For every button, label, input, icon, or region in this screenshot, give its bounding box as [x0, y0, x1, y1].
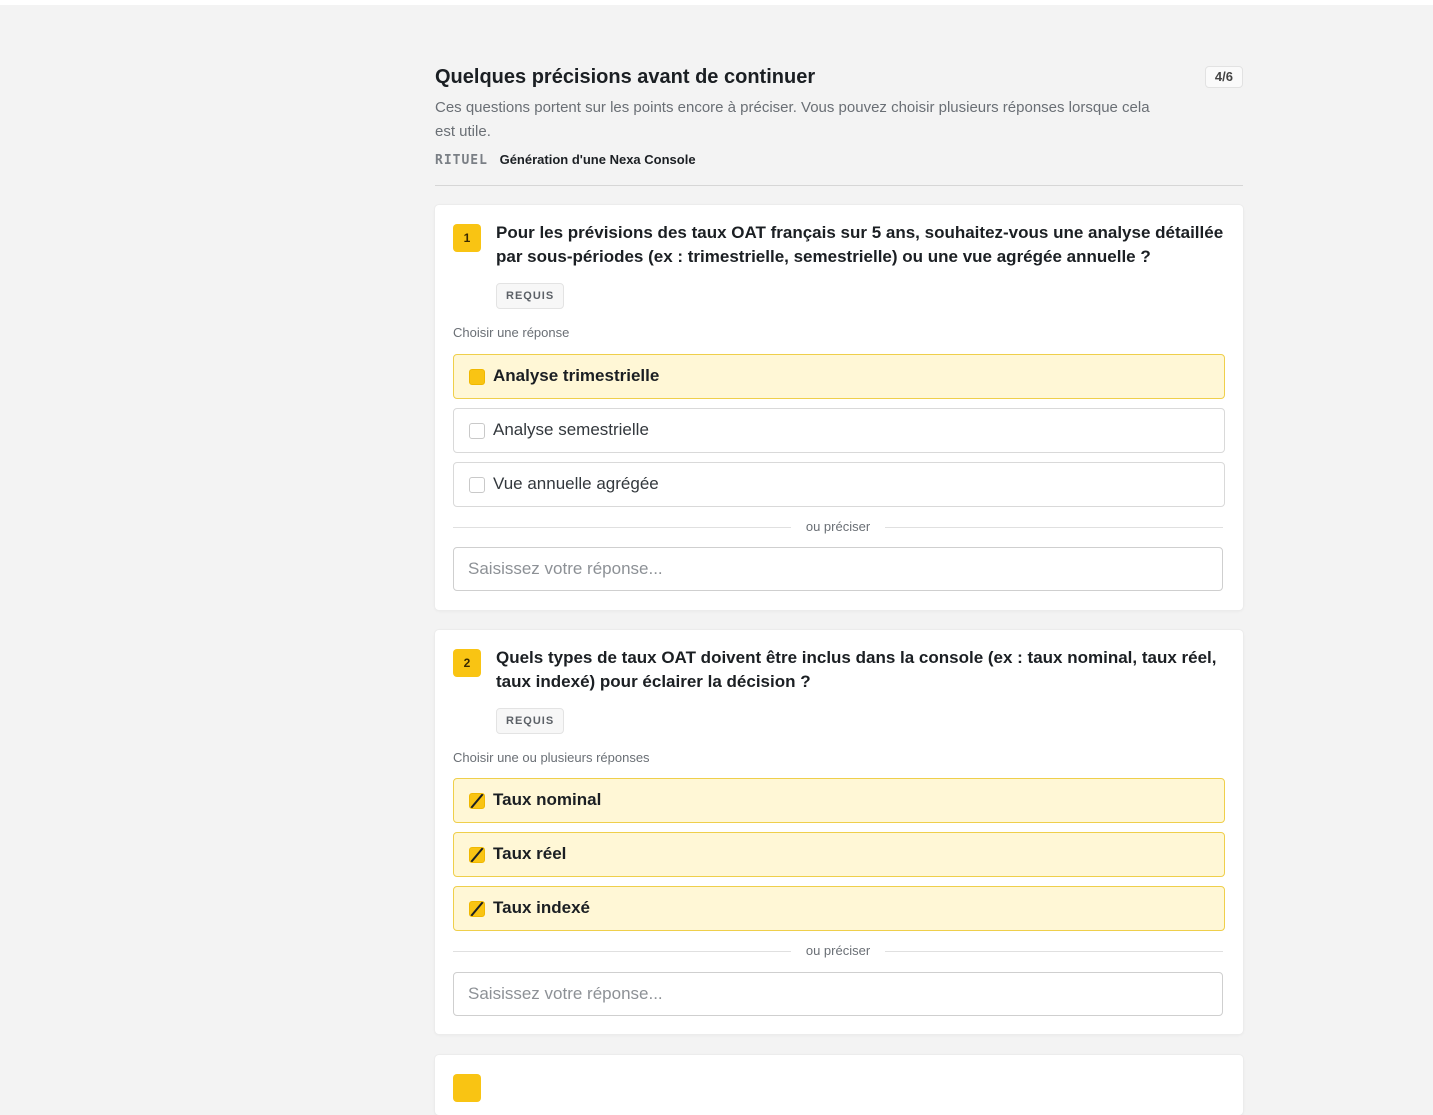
checkbox-checked-icon[interactable]: [469, 793, 485, 809]
step-indicator: 4/6: [1204, 66, 1243, 88]
or-separator: ou préciser: [453, 943, 1223, 959]
question-card-1: 1 Pour les prévisions des taux OAT franç…: [435, 205, 1243, 610]
question-text: Pour les prévisions des taux OAT françai…: [496, 223, 1224, 266]
checkbox-checked-icon[interactable]: [469, 901, 485, 917]
question-number: 2: [453, 649, 481, 677]
ritual-info: RITUEL Génération d'une Nexa Console: [435, 152, 696, 168]
free-answer-input[interactable]: [453, 547, 1223, 591]
answer-hint: Choisir une réponse: [453, 325, 570, 340]
page-subtitle: Ces questions portent sur les points enc…: [435, 99, 1150, 140]
checkbox-checked-icon[interactable]: [469, 847, 485, 863]
ritual-tag: RITUEL: [435, 153, 488, 168]
divider: [885, 951, 1223, 952]
option-vue-annuelle-agregee[interactable]: Vue annuelle agrégée: [453, 462, 1225, 507]
question-number: [453, 1074, 481, 1102]
radio-selected-icon[interactable]: [469, 369, 485, 385]
ritual-name: Génération d'une Nexa Console: [499, 152, 696, 167]
option-taux-indexe[interactable]: Taux indexé: [453, 886, 1225, 931]
radio-unselected-icon[interactable]: [469, 477, 485, 493]
question-card-3: [435, 1055, 1243, 1115]
question-text: Quels types de taux OAT doivent être inc…: [496, 648, 1217, 691]
option-label: Taux réel: [493, 844, 567, 863]
option-label: Vue annuelle agrégée: [493, 474, 659, 493]
radio-unselected-icon[interactable]: [469, 423, 485, 439]
page-title: Quelques précisions avant de continuer: [435, 66, 816, 88]
or-separator: ou préciser: [453, 519, 1223, 535]
answer-hint: Choisir une ou plusieurs réponses: [453, 750, 650, 765]
required-badge: REQUIS: [496, 283, 565, 309]
required-badge: REQUIS: [496, 708, 565, 734]
option-analyse-semestrielle[interactable]: Analyse semestrielle: [453, 408, 1225, 453]
option-taux-reel[interactable]: Taux réel: [453, 832, 1225, 877]
option-label: Taux indexé: [493, 898, 590, 917]
top-bar: [0, 0, 1433, 5]
question-number: 1: [453, 224, 481, 252]
header-divider: [435, 185, 1243, 186]
divider: [885, 527, 1223, 528]
free-answer-input[interactable]: [453, 972, 1223, 1016]
option-label: Analyse trimestrielle: [493, 366, 660, 385]
option-taux-nominal[interactable]: Taux nominal: [453, 778, 1225, 823]
option-label: Analyse semestrielle: [493, 420, 649, 439]
option-label: Taux nominal: [493, 790, 602, 809]
question-card-2: 2 Quels types de taux OAT doivent être i…: [435, 630, 1243, 1034]
option-analyse-trimestrielle[interactable]: Analyse trimestrielle: [453, 354, 1225, 399]
